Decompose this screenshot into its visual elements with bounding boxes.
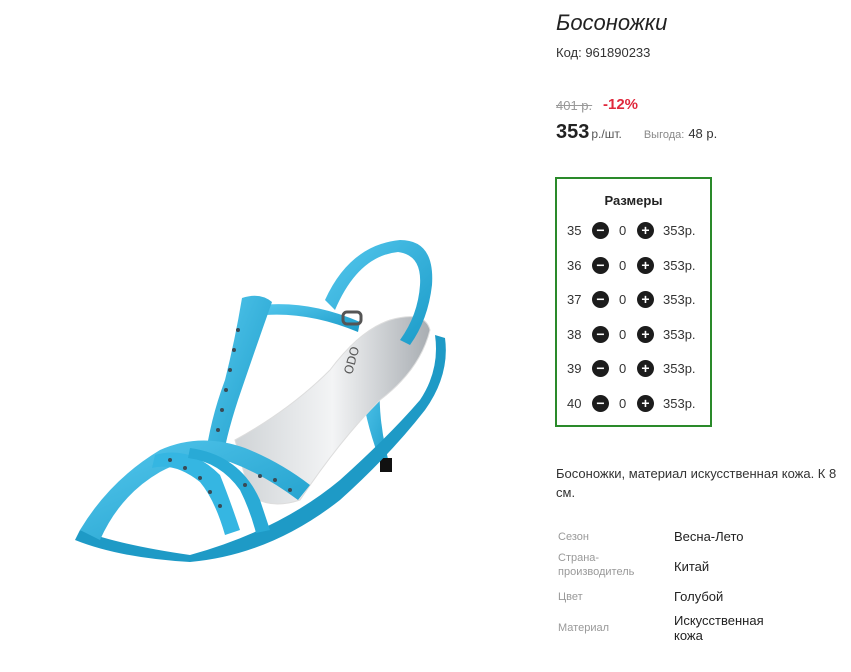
minus-icon[interactable]: −: [592, 291, 609, 308]
attribute-value: Китай: [674, 559, 710, 574]
product-image: ODO: [75, 240, 446, 562]
discount-badge: -12%: [603, 96, 639, 113]
attribute-value: Весна-Лето: [674, 529, 744, 544]
plus-icon[interactable]: +: [637, 257, 654, 274]
attribute-label: Материал: [558, 622, 609, 634]
size-price: 353р.: [663, 361, 696, 376]
size-price: 353р.: [663, 258, 696, 273]
size-row: 38 − 0 + 353р.: [557, 325, 710, 345]
product-code: Код: 961890233: [556, 45, 651, 60]
attribute-label: Сезон: [558, 531, 589, 543]
current-price: 353: [556, 121, 590, 143]
price-unit: р./шт.: [591, 127, 622, 141]
minus-icon[interactable]: −: [592, 326, 609, 343]
size-price: 353р.: [663, 396, 696, 411]
benefit-value: 48 р.: [688, 126, 718, 141]
plus-icon[interactable]: +: [637, 291, 654, 308]
size-quantity: 0: [619, 258, 627, 273]
size-label: 37: [567, 292, 582, 307]
attribute-value: Голубой: [674, 589, 724, 604]
size-row: 37 − 0 + 353р.: [557, 290, 710, 310]
size-label: 35: [567, 223, 582, 238]
size-row: 36 − 0 + 353р.: [557, 256, 710, 276]
size-price: 353р.: [663, 327, 696, 342]
old-price: 401 р.: [556, 98, 593, 113]
minus-icon[interactable]: −: [592, 395, 609, 412]
attribute-label: Цвет: [558, 591, 583, 603]
minus-icon[interactable]: −: [592, 222, 609, 239]
sizes-title: Размеры: [604, 193, 663, 208]
size-label: 36: [567, 258, 582, 273]
size-label: 39: [567, 361, 582, 376]
size-quantity: 0: [619, 361, 627, 376]
size-quantity: 0: [619, 292, 627, 307]
product-title: Босоножки: [556, 10, 668, 35]
size-quantity: 0: [619, 396, 627, 411]
product-description: Босоножки, материал искусственная кожа. …: [556, 466, 837, 500]
plus-icon[interactable]: +: [637, 326, 654, 343]
plus-icon[interactable]: +: [637, 360, 654, 377]
price-row: 353 р./шт. Выгода: 48 р.: [556, 121, 717, 144]
size-price: 353р.: [663, 292, 696, 307]
size-label: 38: [567, 327, 582, 342]
size-row: 40 − 0 + 353р.: [557, 394, 710, 414]
size-quantity: 0: [619, 223, 627, 238]
plus-icon[interactable]: +: [637, 395, 654, 412]
sizes-panel: Размеры 35 − 0 + 353р. 36 − 0 + 353р. 37…: [555, 177, 712, 427]
size-row: 35 − 0 + 353р.: [557, 221, 710, 241]
benefit-label: Выгода:: [643, 129, 685, 141]
size-row: 39 − 0 + 353р.: [557, 359, 710, 379]
size-price: 353р.: [663, 223, 696, 238]
attribute-value: Искусственная кожа: [674, 613, 764, 643]
attribute-label: Страна-производитель: [558, 552, 635, 578]
minus-icon[interactable]: −: [592, 257, 609, 274]
size-quantity: 0: [619, 327, 627, 342]
size-label: 40: [567, 396, 582, 411]
minus-icon[interactable]: −: [592, 360, 609, 377]
plus-icon[interactable]: +: [637, 222, 654, 239]
